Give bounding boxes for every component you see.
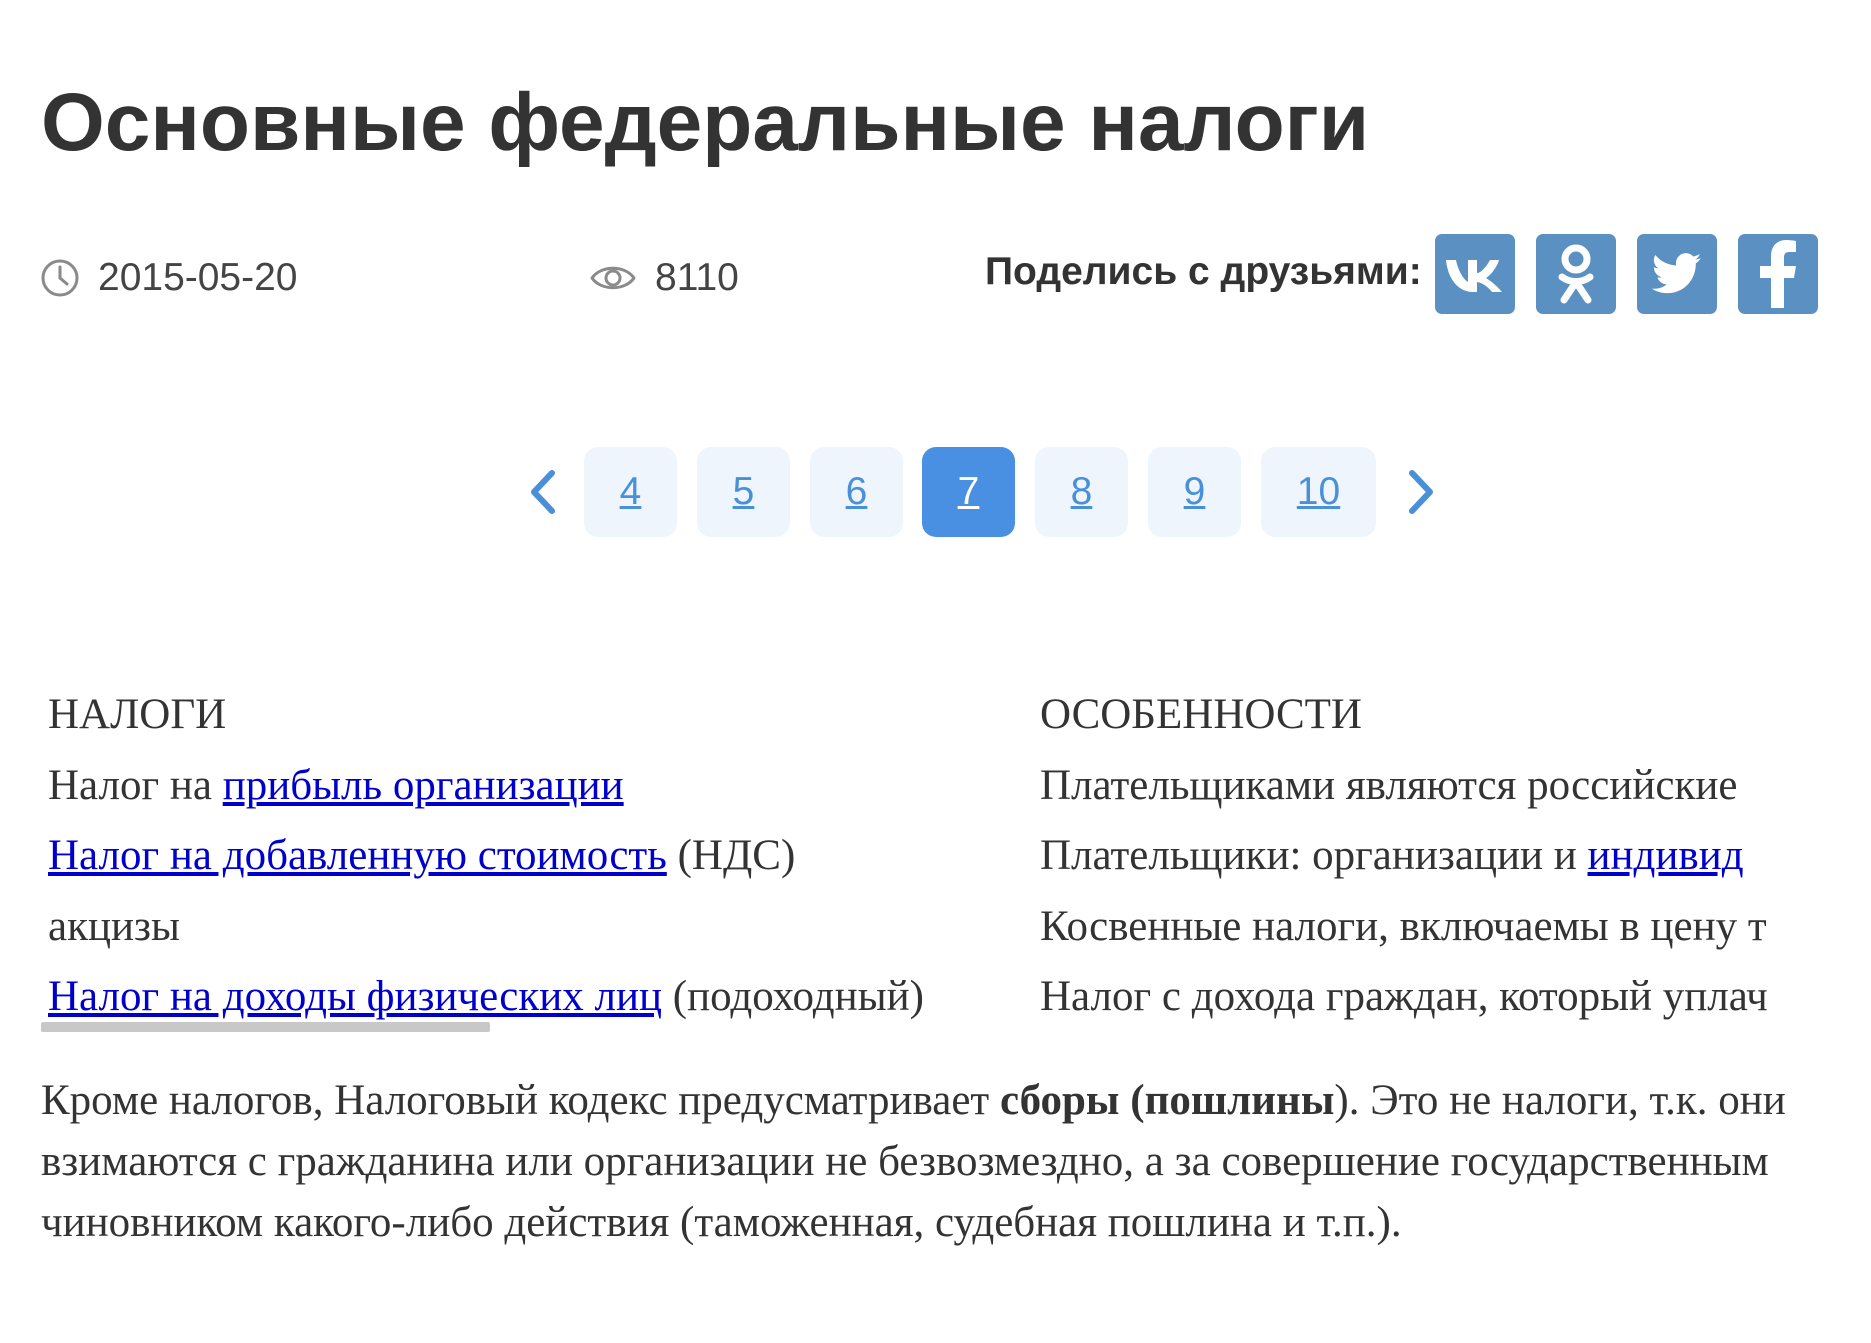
- tax-feature-cell: Налог с дохода граждан, который уплач: [1040, 962, 1871, 1032]
- page-link-8[interactable]: 8: [1035, 447, 1128, 537]
- table-header-row: НАЛОГИ ОСОБЕННОСТИ: [48, 680, 1871, 751]
- share-bar: Поделись с друзьями:: [985, 234, 1839, 314]
- column-header-taxes: НАЛОГИ: [48, 691, 227, 738]
- tax-name-link[interactable]: Налог на добавленную стоимость: [48, 832, 667, 879]
- tax-name-cell: Налог на добавленную стоимость (НДС): [48, 821, 795, 891]
- chevron-right-icon: [1409, 470, 1433, 514]
- note-bold-term: сборы (пошлины: [999, 1077, 1335, 1124]
- share-facebook-button[interactable]: [1737, 234, 1818, 314]
- tax-feature-text: Плательщики: организации и: [1040, 832, 1588, 879]
- tax-name-suffix: (подоходный): [662, 973, 924, 1020]
- tax-name-cell: акцизы: [48, 892, 180, 962]
- taxes-table[interactable]: НАЛОГИ ОСОБЕННОСТИ Налог на прибыль орга…: [48, 680, 1871, 1033]
- tax-name-link[interactable]: прибыль организации: [223, 762, 624, 809]
- tax-feature-text: Налог с дохода граждан, который уплач: [1040, 973, 1768, 1020]
- facebook-icon: [1759, 240, 1796, 308]
- pagination-prev[interactable]: [518, 465, 566, 519]
- tax-feature-link[interactable]: индивид: [1588, 832, 1744, 879]
- eye-icon: [590, 266, 636, 290]
- publish-date: 2015-05-20: [40, 256, 298, 300]
- clock-icon: [41, 259, 79, 297]
- fees-note-paragraph: Кроме налогов, Налоговый кодекс предусма…: [41, 1070, 1841, 1253]
- share-twitter-button[interactable]: [1636, 234, 1717, 314]
- page-link-9[interactable]: 9: [1148, 447, 1241, 537]
- publish-date-value: 2015-05-20: [98, 256, 298, 299]
- twitter-icon: [1651, 253, 1701, 294]
- page-link-7-current[interactable]: 7: [922, 447, 1015, 537]
- page-link-5[interactable]: 5: [697, 447, 790, 537]
- chevron-left-icon: [531, 470, 555, 514]
- table-row: акцизы Косвенные налоги, включаемы в цен…: [48, 892, 1871, 963]
- tax-feature-text: Плательщиками являются российские: [1040, 761, 1738, 809]
- tax-name-suffix: (НДС): [666, 832, 796, 879]
- tax-name-cell: Налог на прибыль организации: [48, 751, 624, 821]
- share-label: Поделись с друзьями:: [985, 250, 1422, 293]
- page-title: Основные федеральные налоги: [41, 77, 1370, 168]
- tax-feature-text: Косвенные налоги, включаемы в цену т: [1040, 902, 1767, 950]
- odnoklassniki-icon: [1558, 244, 1594, 304]
- article-page: Основные федеральные налоги 2015-05-20 8…: [0, 0, 1871, 1343]
- tax-feature-cell: Плательщиками являются российские: [1040, 751, 1871, 821]
- page-link-4[interactable]: 4: [584, 447, 677, 537]
- share-odnoklassniki-button[interactable]: [1535, 234, 1616, 314]
- pagination: 4 5 6 7 8 9 10: [0, 447, 1871, 537]
- note-text-before: Кроме налогов, Налоговый кодекс предусма…: [41, 1077, 1000, 1124]
- tax-feature-cell: Плательщики: организации и индивид: [1040, 821, 1871, 891]
- tax-name-link[interactable]: Налог на доходы физических лиц: [48, 973, 662, 1020]
- table-row: Налог на добавленную стоимость (НДС) Пла…: [48, 821, 1871, 892]
- tax-name-text: акцизы: [48, 902, 180, 950]
- share-vk-button[interactable]: [1434, 234, 1515, 314]
- vk-icon: [1445, 260, 1502, 292]
- views-count-value: 8110: [655, 256, 739, 299]
- table-horizontal-scrollbar[interactable]: [41, 1022, 490, 1032]
- page-link-10[interactable]: 10: [1261, 447, 1376, 537]
- tax-feature-cell: Косвенные налоги, включаемы в цену т: [1040, 892, 1871, 962]
- page-link-6[interactable]: 6: [810, 447, 903, 537]
- pagination-next[interactable]: [1398, 465, 1446, 519]
- column-header-features: ОСОБЕННОСТИ: [1040, 691, 1362, 738]
- tax-name-text: Налог на: [48, 761, 223, 809]
- table-row: Налог на прибыль организации Плательщика…: [48, 751, 1871, 822]
- views-count: 8110: [589, 256, 739, 300]
